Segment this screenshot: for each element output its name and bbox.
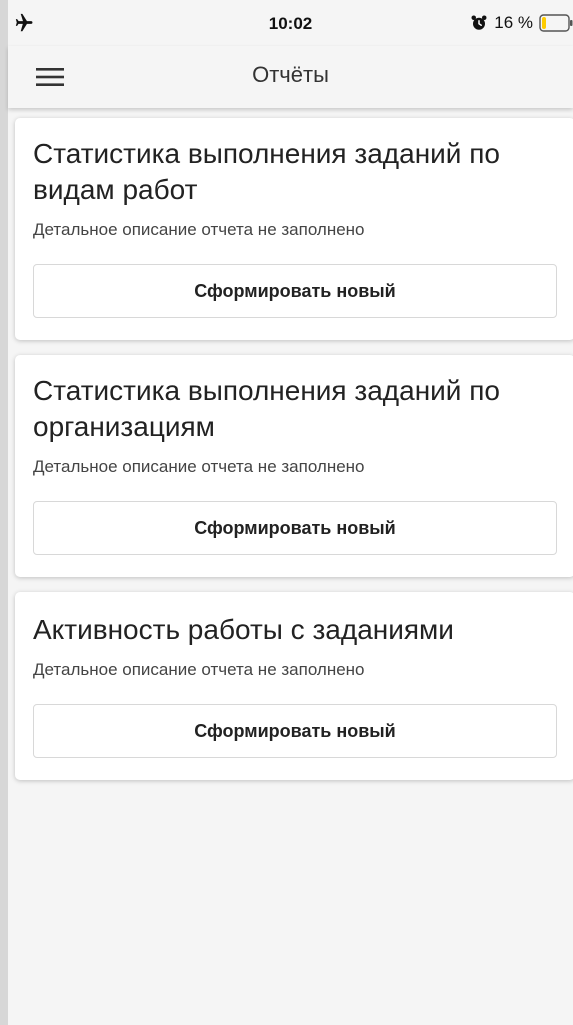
status-bar: 10:02 16 % [8, 0, 573, 46]
battery-percentage: 16 % [494, 13, 533, 32]
page-title: Отчёты [252, 62, 329, 87]
report-description: Детальное описание отчета не заполнено [33, 220, 365, 239]
app-screen: 10:02 16 % Отчёты Статистика выполнения [8, 0, 573, 1025]
generate-report-button[interactable]: Сформировать новый [33, 704, 557, 758]
app-bar: Отчёты [8, 46, 573, 108]
status-right-group: 16 % [470, 12, 573, 34]
screen-left-edge [0, 0, 8, 1025]
report-card: Статистика выполнения заданий по организ… [15, 355, 573, 577]
report-title: Статистика выполнения заданий по видам р… [33, 138, 500, 205]
report-title: Статистика выполнения заданий по организ… [33, 375, 500, 442]
battery-icon [539, 14, 573, 32]
generate-report-button[interactable]: Сформировать новый [33, 501, 557, 555]
generate-report-button[interactable]: Сформировать новый [33, 264, 557, 318]
report-description: Детальное описание отчета не заполнено [33, 457, 365, 476]
report-card: Статистика выполнения заданий по видам р… [15, 118, 573, 340]
alarm-icon [471, 15, 487, 30]
report-title: Активность работы с заданиями [33, 614, 454, 645]
report-card: Активность работы с заданиями Детальное … [15, 592, 573, 780]
report-description: Детальное описание отчета не заполнено [33, 660, 365, 679]
